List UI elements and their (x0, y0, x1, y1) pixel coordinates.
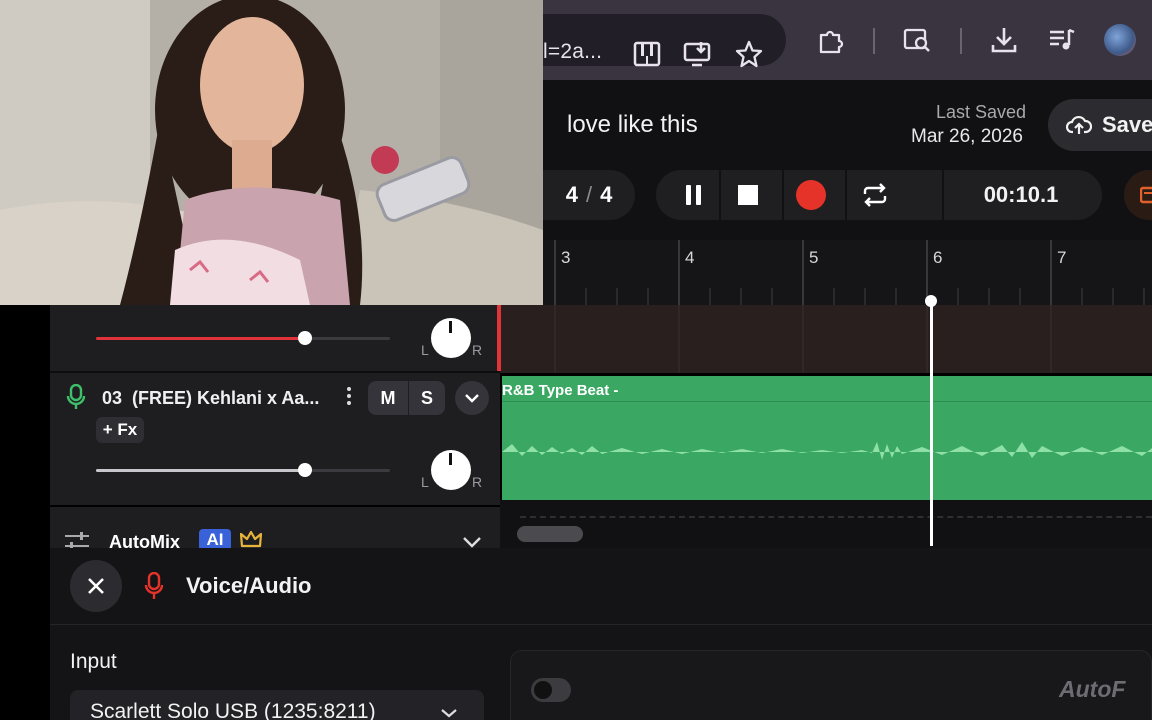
pan-left-label: L (421, 474, 429, 490)
volume-slider-thumb[interactable] (298, 331, 312, 345)
playhead-handle[interactable] (925, 295, 937, 307)
toolbar-divider (873, 28, 875, 54)
ruler-mark: 6 (933, 248, 943, 267)
address-bar[interactable]: l=2a... (543, 14, 786, 68)
track-expand-button[interactable] (455, 381, 489, 415)
stop-button[interactable] (718, 173, 778, 217)
install-app-icon[interactable] (683, 40, 711, 68)
mute-button[interactable]: M (368, 381, 408, 415)
feature-label: AutoF (1059, 676, 1126, 702)
pan-knob[interactable] (431, 318, 471, 358)
input-label: Input (70, 650, 117, 673)
track-color-bar (497, 305, 501, 371)
record-button[interactable] (781, 173, 841, 217)
loop-button[interactable] (845, 173, 905, 217)
cloud-upload-icon (1066, 115, 1092, 134)
download-icon[interactable] (990, 26, 1018, 54)
stop-icon (738, 185, 758, 205)
playhead[interactable] (930, 300, 933, 546)
ruler-mark: 7 (1057, 248, 1067, 267)
webcam-overlay (0, 0, 543, 305)
browser-toolbar: l=2a... (543, 0, 1152, 80)
input-device-select[interactable]: Scarlett Solo USB (1235:8211) (70, 690, 484, 720)
drop-zone-border (520, 516, 1152, 518)
autotune-card: AutoF (510, 650, 1152, 720)
time-sig-separator: / (585, 182, 593, 207)
volume-slider-fill (96, 337, 305, 340)
record-icon (796, 180, 826, 210)
track-name: (FREE) Kehlani x Aa... (132, 388, 320, 408)
pause-icon (686, 185, 701, 205)
project-title[interactable]: love like this (567, 111, 698, 139)
media-queue-icon[interactable] (1048, 26, 1076, 54)
pan-right-label: R (472, 474, 483, 490)
volume-slider-fill (96, 469, 305, 472)
add-fx-button[interactable]: + Fx (96, 417, 144, 443)
pan-right-label: R (472, 342, 483, 358)
pan-knob[interactable] (431, 450, 471, 490)
transport-divider (942, 170, 944, 220)
profile-avatar-icon[interactable] (1104, 24, 1136, 56)
page-zoom-icon[interactable] (903, 26, 931, 54)
time-sig-numerator: 4 (565, 182, 578, 207)
extensions-icon[interactable] (817, 26, 845, 54)
project-header: love like this Last Saved Mar 26, 2026 S… (543, 80, 1152, 240)
tool-icon (1140, 186, 1152, 204)
url-text: l=2a... (543, 40, 603, 63)
track-row: 03 (FREE) Kehlani x Aa... M S + Fx L R (50, 375, 500, 505)
chevron-down-icon (465, 394, 479, 403)
track-controls-panel: L R 03 (FREE) Kehlani x Aa... M S + Fx L… (50, 305, 500, 505)
input-device-value: Scarlett Solo USB (1235:8211) (90, 700, 376, 720)
panel-title: Voice/Audio (186, 573, 312, 598)
track-title[interactable]: 03 (FREE) Kehlani x Aa... (102, 388, 319, 409)
metronome-button[interactable] (1124, 170, 1152, 220)
track-lane[interactable] (500, 305, 1152, 373)
close-button[interactable] (70, 560, 122, 612)
solo-button[interactable]: S (409, 381, 445, 415)
webcam-person-image (0, 0, 543, 305)
toolbar-divider (960, 28, 962, 54)
feature-toggle[interactable] (531, 678, 571, 702)
save-button[interactable]: Save (1048, 99, 1152, 151)
waveform (502, 401, 1152, 460)
pause-button[interactable] (664, 173, 724, 217)
microphone-icon (144, 572, 164, 599)
crown-icon (240, 530, 262, 548)
audio-clip[interactable]: R&B Type Beat - (502, 376, 1152, 500)
more-options-icon[interactable] (346, 386, 352, 408)
time-display: 00:10.1 (983, 182, 1059, 207)
volume-slider-thumb[interactable] (298, 463, 312, 477)
transport-controls: 00:10.1 (656, 170, 1102, 220)
track-number: 03 (102, 388, 123, 408)
chevron-down-icon (441, 709, 457, 718)
ruler-mark: 5 (809, 248, 819, 267)
panel-header: Voice/Audio (50, 548, 1152, 625)
microphone-icon (66, 384, 86, 409)
timeline-scroll-area (500, 500, 1152, 548)
ruler-mark: 4 (685, 248, 695, 267)
loop-icon (863, 183, 887, 207)
track-row: L R (50, 305, 500, 373)
lane-grid (554, 305, 1052, 373)
save-label: Save (1102, 112, 1152, 137)
time-signature[interactable]: 4 / 4 (543, 170, 635, 220)
voice-audio-panel: Voice/Audio Input Scarlett Solo USB (123… (50, 548, 1152, 720)
last-saved-date: Mar 26, 2026 (911, 126, 1023, 147)
automix-section[interactable]: AutoMix AI (50, 507, 500, 552)
screen: l=2a... love like this Last Saved Mar 26… (0, 0, 1152, 720)
ruler-mark: 3 (561, 248, 571, 267)
last-saved-label: Last Saved (936, 102, 1027, 122)
pan-left-label: L (421, 342, 429, 358)
star-icon[interactable] (735, 40, 763, 68)
timeline-ruler[interactable]: 3 4 5 6 7 (543, 240, 1152, 305)
close-icon (88, 578, 104, 594)
time-sig-denominator: 4 (600, 182, 613, 207)
horizontal-scrollbar[interactable] (517, 526, 583, 542)
piano-icon[interactable] (633, 40, 661, 68)
chevron-down-icon[interactable] (462, 536, 482, 548)
